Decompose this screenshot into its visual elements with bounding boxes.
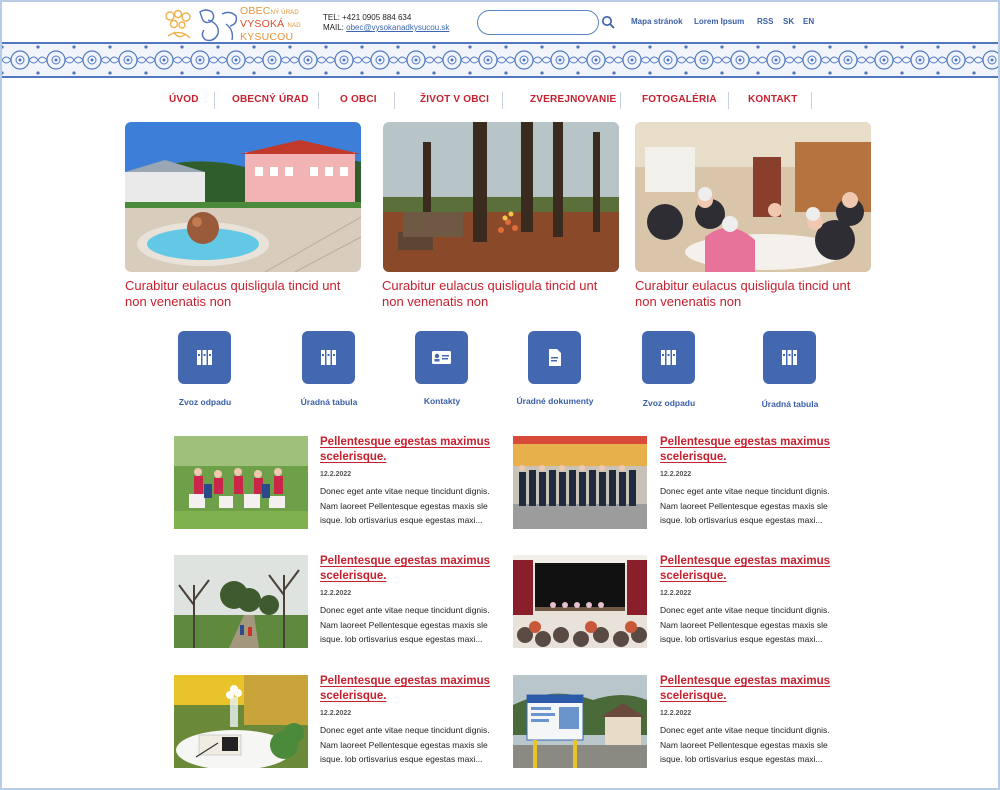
quick-link-label[interactable]: Úradná tabula: [284, 397, 374, 407]
main-navigation: ÚVOD OBECNÝ ÚRAD O OBCI ŽIVOT V OBCI ZVE…: [150, 90, 850, 110]
news-image-construction-sign[interactable]: [513, 675, 647, 768]
news-image-stage-performance[interactable]: [513, 555, 647, 648]
hero-caption-3[interactable]: Curabitur eulacus quisligula tincid unt …: [635, 278, 875, 310]
rss-link[interactable]: RSS: [757, 17, 773, 26]
nav-obecny-urad[interactable]: OBECNÝ ÚRAD: [232, 90, 309, 110]
ornament-pattern-icon: [2, 44, 998, 76]
lang-en-link[interactable]: EN: [803, 17, 814, 26]
quick-link-label[interactable]: Úradné dokumenty: [510, 396, 600, 406]
folk-ornament-band: [2, 42, 998, 78]
nav-zivot-v-obci[interactable]: ŽIVOT V OBCI: [420, 90, 489, 110]
nav-divider: [728, 92, 729, 109]
quick-link-zvoz-odpadu-2[interactable]: [642, 331, 695, 384]
news-image-dancers[interactable]: [174, 436, 308, 529]
binders-icon: [782, 350, 797, 365]
news-excerpt-1: Donec eget ante vitae neque tincidunt di…: [320, 486, 490, 525]
news-date-2: 12.2.2022: [660, 471, 692, 478]
logo-wordmark[interactable]: OBECNÝ ÚRAD VYSOKÁ NAD KYSUCOU: [240, 6, 301, 43]
binders-icon: [197, 350, 212, 365]
news-excerpt-6: Donec eget ante vitae neque tincidunt di…: [660, 725, 830, 764]
quick-link-label[interactable]: Kontakty: [397, 396, 487, 406]
news-excerpt-3: Donec eget ante vitae neque tincidunt di…: [320, 605, 490, 644]
news-date-6: 12.2.2022: [660, 710, 692, 717]
nav-uvod[interactable]: ÚVOD: [169, 90, 199, 110]
news-excerpt-5: Donec eget ante vitae neque tincidunt di…: [320, 725, 490, 764]
logo-word-vysoka: VYSOKÁ: [240, 18, 285, 30]
logo-word-nad: NAD: [287, 23, 301, 29]
news-excerpt-2: Donec eget ante vitae neque tincidunt di…: [660, 486, 830, 525]
news-date-4: 12.2.2022: [660, 590, 692, 597]
nav-divider: [620, 92, 621, 109]
news-title-2[interactable]: Pellentesque egestas maximus scelerisque…: [660, 435, 840, 465]
quick-link-label[interactable]: Zvoz odpadu: [160, 397, 250, 407]
hero-caption-2[interactable]: Curabitur eulacus quisligula tincid unt …: [382, 278, 622, 310]
news-image-condolence-book[interactable]: [174, 675, 308, 768]
news-title-1[interactable]: Pellentesque egestas maximus scelerisque…: [320, 435, 500, 465]
news-date-5: 12.2.2022: [320, 710, 352, 717]
quick-link-label[interactable]: Zvoz odpadu: [624, 398, 714, 408]
page-border: [0, 0, 1000, 790]
phone-text: TEL: +421 0905 884 634: [323, 13, 412, 22]
lang-sk-link[interactable]: SK: [783, 17, 794, 26]
quick-link-uradna-tabula-2[interactable]: [763, 331, 816, 384]
hero-image-autumn-forest[interactable]: [383, 122, 619, 272]
search-input[interactable]: [477, 10, 599, 35]
news-excerpt-4: Donec eget ante vitae neque tincidunt di…: [660, 605, 830, 644]
nav-divider: [502, 92, 503, 109]
news-date-1: 12.2.2022: [320, 471, 352, 478]
search-icon[interactable]: [601, 15, 615, 29]
mail-label: MAIL:: [323, 23, 347, 32]
nav-o-obci[interactable]: O OBCI: [340, 90, 377, 110]
binders-icon: [321, 350, 336, 365]
binders-icon: [661, 350, 676, 365]
news-title-3[interactable]: Pellentesque egestas maximus scelerisque…: [320, 554, 500, 584]
news-title-4[interactable]: Pellentesque egestas maximus scelerisque…: [660, 554, 840, 584]
hero-caption-1[interactable]: Curabitur eulacus quisligula tincid unt …: [125, 278, 365, 310]
nav-divider: [318, 92, 319, 109]
sitemap-link[interactable]: Mapa stránok: [631, 17, 683, 26]
news-date-3: 12.2.2022: [320, 590, 352, 597]
news-image-firefighters[interactable]: [513, 436, 647, 529]
news-image-rural-path[interactable]: [174, 555, 308, 648]
nav-kontakt[interactable]: KONTAKT: [748, 90, 798, 110]
contact-card-icon: [432, 351, 451, 364]
nav-zverejnovanie[interactable]: ZVEREJNOVANIE: [530, 90, 616, 110]
lorem-link[interactable]: Lorem Ipsum: [694, 17, 744, 26]
quick-link-uradne-dokumenty[interactable]: [528, 331, 581, 384]
quick-link-label[interactable]: Úradná tabula: [745, 399, 835, 409]
nav-fotogaleria[interactable]: FOTOGALÉRIA: [642, 90, 717, 110]
nav-divider: [811, 92, 812, 109]
logo-word-obec: OBEC: [240, 5, 271, 17]
hero-image-village-square[interactable]: [125, 122, 361, 272]
site-header: OBECNÝ ÚRAD VYSOKÁ NAD KYSUCOU TEL: +421…: [0, 0, 1000, 44]
quick-link-kontakty[interactable]: [415, 331, 468, 384]
nav-divider: [394, 92, 395, 109]
contact-info: TEL: +421 0905 884 634 MAIL: obec@vysoka…: [323, 13, 449, 33]
hero-image-community-dinner[interactable]: [635, 122, 871, 272]
logo-word-urad: NÝ ÚRAD: [270, 10, 299, 16]
quick-link-zvoz-odpadu-1[interactable]: [178, 331, 231, 384]
mail-link[interactable]: obec@vysokanadkysucou.sk: [346, 23, 449, 32]
document-icon: [549, 349, 561, 366]
nav-divider: [214, 92, 215, 109]
news-title-5[interactable]: Pellentesque egestas maximus scelerisque…: [320, 674, 500, 704]
news-title-6[interactable]: Pellentesque egestas maximus scelerisque…: [660, 674, 840, 704]
quick-link-uradna-tabula-1[interactable]: [302, 331, 355, 384]
